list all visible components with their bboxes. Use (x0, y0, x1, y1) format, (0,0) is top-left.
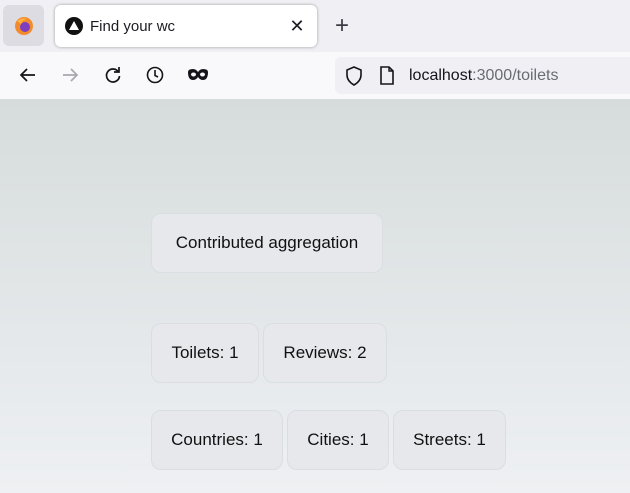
firefox-icon (14, 16, 33, 35)
history-icon[interactable] (143, 63, 167, 87)
tab-bar: Find your wc ✕ + (0, 0, 630, 52)
reviews-count-card: Reviews: 2 (263, 323, 387, 383)
cities-count-card: Cities: 1 (287, 410, 389, 470)
firefox-view-button[interactable] (3, 5, 44, 46)
reload-icon[interactable] (101, 63, 125, 87)
navigation-bar: localhost:3000/toilets (0, 52, 630, 100)
private-browsing-icon[interactable] (186, 63, 210, 87)
page-icon[interactable] (379, 66, 395, 90)
toilets-count-card: Toilets: 1 (151, 323, 259, 383)
countries-count-card: Countries: 1 (151, 410, 283, 470)
forward-icon[interactable] (58, 63, 82, 87)
address-bar[interactable]: localhost:3000/toilets (335, 57, 630, 94)
page-content: Contributed aggregation Toilets: 1 Revie… (0, 99, 630, 493)
url-text[interactable]: localhost:3000/toilets (409, 67, 558, 85)
back-icon[interactable] (16, 63, 40, 87)
site-favicon-icon (65, 17, 83, 35)
streets-count-card: Streets: 1 (393, 410, 506, 470)
contributed-aggregation-card: Contributed aggregation (151, 213, 383, 273)
browser-tab[interactable]: Find your wc ✕ (55, 5, 317, 47)
close-tab-icon[interactable]: ✕ (285, 14, 309, 38)
shield-icon[interactable] (345, 66, 363, 91)
new-tab-icon[interactable]: + (330, 12, 354, 39)
url-path: :3000/toilets (472, 67, 559, 84)
url-host: localhost (409, 67, 473, 84)
tab-title: Find your wc (90, 18, 176, 35)
